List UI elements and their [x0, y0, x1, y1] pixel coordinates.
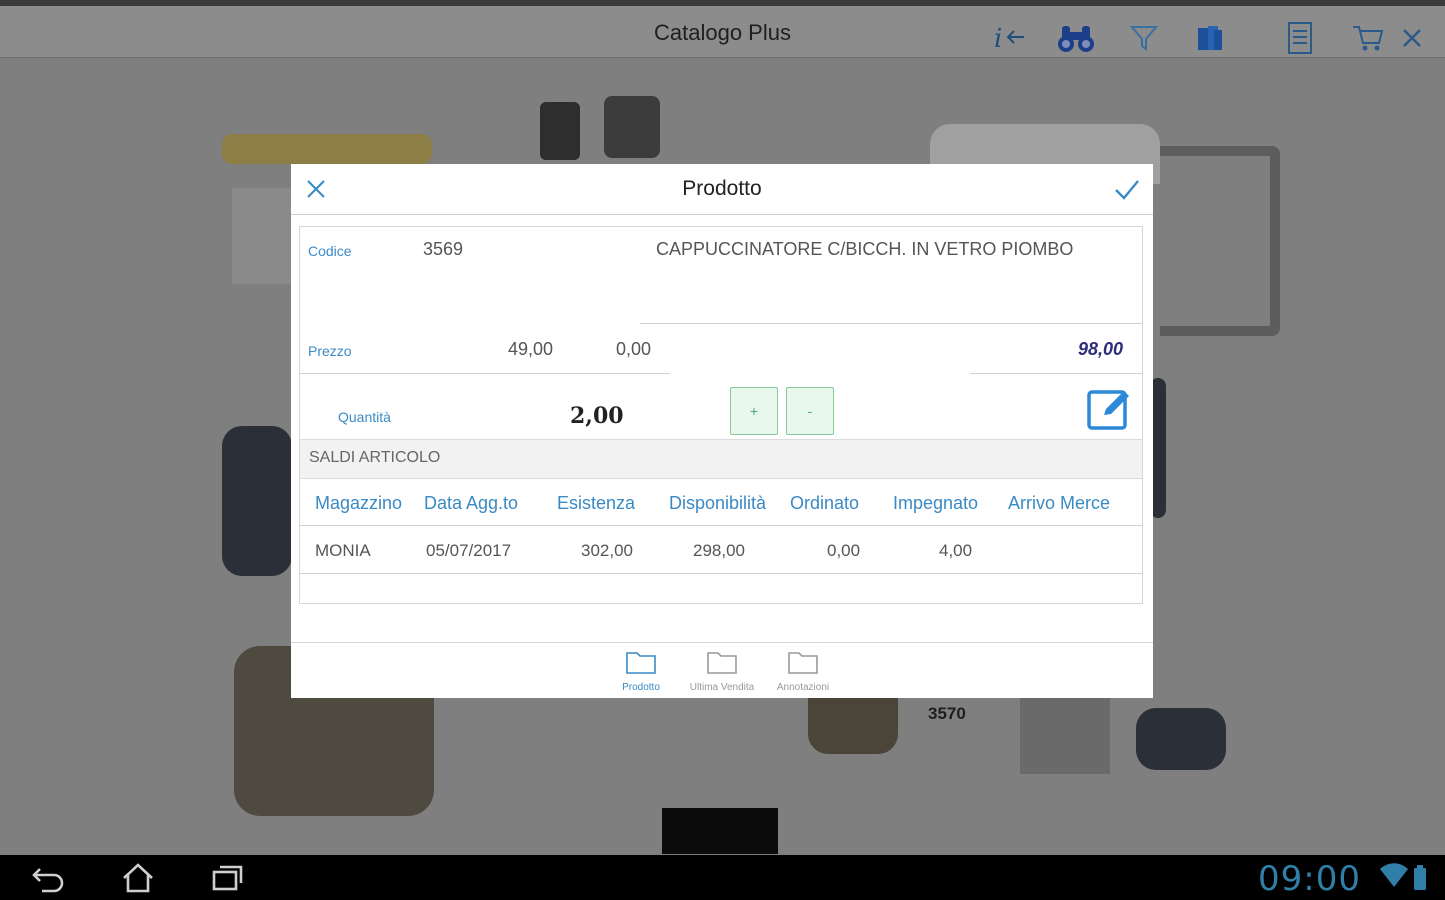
binoculars-icon[interactable]: [1056, 18, 1096, 58]
tab-label: Prodotto: [622, 682, 660, 693]
dialog-title: Prodotto: [682, 177, 762, 200]
folder-icon: [626, 652, 656, 674]
product-code-label: 3570: [928, 704, 966, 723]
clock: 09:00: [1258, 859, 1361, 899]
close-icon[interactable]: [1392, 18, 1432, 58]
product-image: [222, 426, 292, 576]
catalog-books-icon[interactable]: [1190, 18, 1230, 58]
col-ordinato: Ordinato: [790, 493, 860, 513]
prezzo-value[interactable]: 49,00: [508, 339, 553, 360]
info-back-icon[interactable]: i: [990, 18, 1030, 58]
saldi-title: SALDI ARTICOLO: [309, 449, 441, 466]
home-icon[interactable]: [116, 861, 160, 895]
tab-prodotto[interactable]: Prodotto: [603, 649, 679, 693]
folder-icon: [707, 652, 737, 674]
dialog-tabs: Prodotto Ultima Vendita Annotazioni: [291, 642, 1153, 699]
svg-text:i: i: [994, 24, 1002, 53]
brand-banner: [222, 134, 432, 164]
page-indicator: [662, 808, 778, 854]
divider: [970, 373, 1142, 374]
quantity-plus-button[interactable]: +: [730, 387, 778, 435]
product-image: [1020, 698, 1110, 774]
quantity-minus-button[interactable]: -: [786, 387, 834, 435]
cell-magazzino: MONIA: [315, 541, 371, 560]
cell-ordinato: 0,00: [827, 541, 861, 560]
col-impegnato: Impegnato: [893, 493, 979, 513]
recent-apps-icon[interactable]: [206, 861, 250, 895]
wifi-icon: [1379, 863, 1409, 894]
cell-impegnato: 4,00: [939, 541, 973, 560]
dialog-confirm-icon[interactable]: [1113, 176, 1141, 202]
edit-icon[interactable]: [1086, 385, 1134, 433]
tab-annotazioni[interactable]: Annotazioni: [765, 649, 841, 693]
divider: [300, 373, 670, 374]
col-disponibilita: Disponibilità: [669, 493, 767, 513]
col-esistenza: Esistenza: [557, 493, 636, 513]
codice-label: Codice: [308, 243, 352, 259]
product-image: [604, 96, 660, 158]
product-dialog: Prodotto Codice 3569 CAPPUCCINATORE C/BI…: [291, 164, 1153, 698]
totale-value: 98,00: [1078, 339, 1124, 359]
document-icon[interactable]: [1280, 18, 1320, 58]
tab-label: Annotazioni: [776, 682, 830, 693]
product-image: [1136, 708, 1226, 770]
cell-data: 05/07/2017: [426, 541, 512, 560]
filter-icon[interactable]: [1124, 18, 1164, 58]
cell-disponibilita: 298,00: [693, 541, 745, 560]
codice-value: 3569: [423, 239, 464, 259]
cart-icon[interactable]: [1348, 18, 1388, 58]
divider: [640, 323, 1142, 324]
prezzo-label: Prezzo: [308, 343, 352, 359]
product-image: [1160, 146, 1280, 336]
tab-ultima-vendita[interactable]: Ultima Vendita: [684, 649, 760, 693]
col-arrivo-merce: Arrivo Merce: [1008, 493, 1111, 513]
product-image: [808, 698, 898, 754]
app-titlebar: Catalogo Plus i: [0, 0, 1445, 58]
back-icon[interactable]: [26, 861, 70, 895]
col-data-aggiornamento: Data Agg.to: [424, 493, 519, 513]
divider: [300, 573, 1142, 574]
saldi-section-header: SALDI ARTICOLO: [300, 439, 1142, 479]
quantita-label: Quantità: [338, 409, 391, 425]
divider: [300, 525, 1142, 526]
product-detail-panel: Codice 3569 CAPPUCCINATORE C/BICCH. IN V…: [299, 226, 1143, 604]
dialog-header: Prodotto: [291, 164, 1153, 215]
product-spec-text: [232, 188, 292, 284]
cell-esistenza: 302,00: [581, 541, 633, 560]
sconto-value[interactable]: 0,00: [616, 339, 651, 360]
product-image: [540, 102, 580, 160]
product-description: CAPPUCCINATORE C/BICCH. IN VETRO PIOMBO: [656, 239, 1074, 259]
system-navbar: 09:00: [0, 855, 1445, 900]
quantita-value[interactable]: 2,00: [570, 403, 624, 429]
battery-icon: [1413, 865, 1427, 896]
col-magazzino: Magazzino: [315, 493, 403, 513]
tab-label: Ultima Vendita: [689, 682, 755, 693]
folder-icon: [788, 652, 818, 674]
